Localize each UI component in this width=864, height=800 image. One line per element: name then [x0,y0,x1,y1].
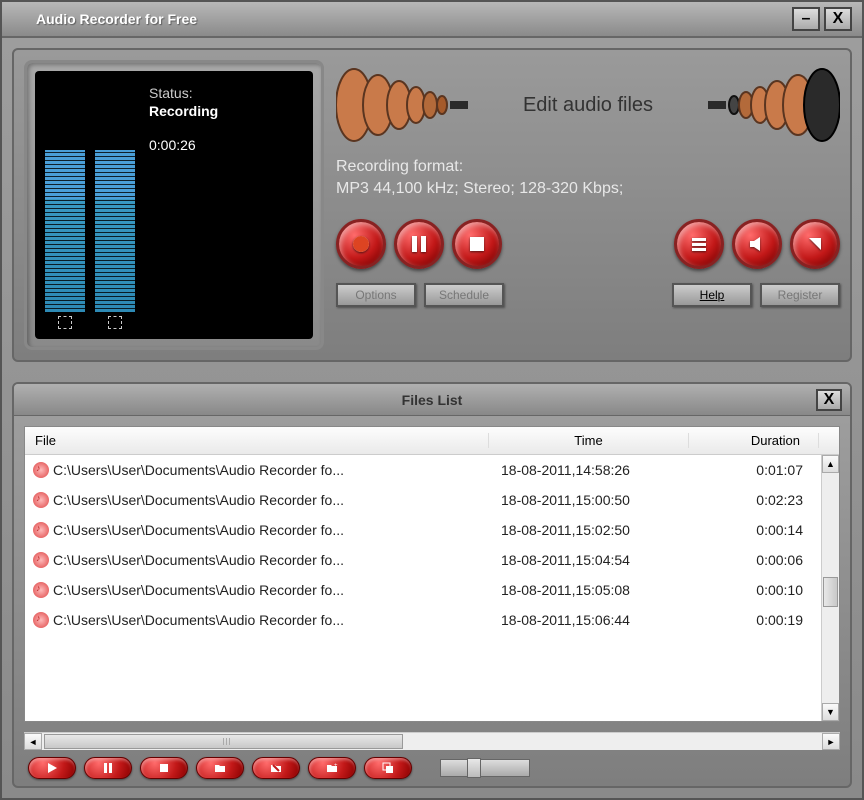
file-time: 18-08-2011,15:00:50 [491,492,691,508]
file-path: C:\Users\User\Documents\Audio Recorder f… [53,582,491,598]
scroll-up-icon[interactable]: ▲ [822,455,839,473]
table-row[interactable]: C:\Users\User\Documents\Audio Recorder f… [25,455,821,485]
audio-file-icon [33,612,49,628]
list-button[interactable] [674,219,724,269]
level-meter: Status: Recording 0:00:26 [24,60,324,350]
pause-pill[interactable] [84,757,132,779]
horn-left-icon [336,66,486,144]
marker-left-icon [58,316,72,329]
register-button[interactable]: Register [760,283,840,307]
horizontal-scrollbar[interactable]: ◄ ► [24,732,840,750]
file-time: 18-08-2011,15:06:44 [491,612,691,628]
scroll-left-icon[interactable]: ◄ [24,733,42,750]
hscroll-thumb[interactable] [44,734,403,749]
options-button[interactable]: Options [336,283,416,307]
file-duration: 0:00:14 [691,522,821,538]
format-value: MP3 44,100 kHz; Stereo; 128-320 Kbps; [336,178,840,200]
files-list: File Time Duration C:\Users\User\Documen… [24,426,840,722]
record-button[interactable] [336,219,386,269]
audio-file-icon [33,492,49,508]
col-file[interactable]: File [25,433,489,448]
file-path: C:\Users\User\Documents\Audio Recorder f… [53,552,491,568]
files-panel: Files List X File Time Duration C:\Users… [12,382,852,788]
table-row[interactable]: C:\Users\User\Documents\Audio Recorder f… [25,605,821,635]
copy-pill[interactable] [364,757,412,779]
mic-button[interactable] [790,219,840,269]
vertical-scrollbar[interactable]: ▲ ▼ [821,455,839,721]
minimize-button[interactable]: – [792,7,820,31]
audio-file-icon [33,522,49,538]
audio-file-icon [33,582,49,598]
svg-text:+: + [334,763,338,769]
app-window: Audio Recorder for Free – X Status: Reco… [0,0,864,800]
status-value: Recording [149,103,218,119]
table-row[interactable]: C:\Users\User\Documents\Audio Recorder f… [25,575,821,605]
volume-slider[interactable] [440,759,530,777]
scroll-down-icon[interactable]: ▼ [822,703,839,721]
audio-file-icon [33,552,49,568]
file-time: 18-08-2011,14:58:26 [491,462,691,478]
close-button[interactable]: X [824,7,852,31]
add-pill[interactable]: + [308,757,356,779]
play-pill[interactable] [28,757,76,779]
recorder-panel: Status: Recording 0:00:26 Edit audio fil… [12,48,852,362]
file-duration: 0:00:06 [691,552,821,568]
table-row[interactable]: C:\Users\User\Documents\Audio Recorder f… [25,485,821,515]
marker-right-icon [108,316,122,329]
file-path: C:\Users\User\Documents\Audio Recorder f… [53,522,491,538]
file-duration: 0:00:10 [691,582,821,598]
help-button[interactable]: Help [672,283,752,307]
scroll-right-icon[interactable]: ► [822,733,840,750]
stop-pill[interactable] [140,757,188,779]
remove-pill[interactable] [252,757,300,779]
file-time: 18-08-2011,15:02:50 [491,522,691,538]
edit-audio-label: Edit audio files [523,94,653,117]
files-close-button[interactable]: X [816,389,842,411]
level-right [95,81,135,312]
speaker-button[interactable] [732,219,782,269]
format-label: Recording format: [336,156,840,178]
level-left [45,81,85,312]
file-duration: 0:02:23 [691,492,821,508]
file-duration: 0:01:07 [691,462,821,478]
table-row[interactable]: C:\Users\User\Documents\Audio Recorder f… [25,515,821,545]
horn-right-icon [690,66,840,144]
files-title: Files List [402,392,463,408]
window-title: Audio Recorder for Free [36,11,788,27]
slider-knob[interactable] [467,758,481,778]
file-path: C:\Users\User\Documents\Audio Recorder f… [53,462,491,478]
pause-button[interactable] [394,219,444,269]
playback-toolbar: + [14,750,850,786]
file-path: C:\Users\User\Documents\Audio Recorder f… [53,492,491,508]
stop-button[interactable] [452,219,502,269]
schedule-button[interactable]: Schedule [424,283,504,307]
file-duration: 0:00:19 [691,612,821,628]
open-pill[interactable] [196,757,244,779]
col-time[interactable]: Time [489,433,689,448]
scroll-thumb[interactable] [823,577,838,607]
file-time: 18-08-2011,15:04:54 [491,552,691,568]
elapsed-time: 0:00:26 [149,137,218,153]
status-label: Status: [149,85,218,101]
audio-file-icon [33,462,49,478]
col-duration[interactable]: Duration [689,433,819,448]
titlebar: Audio Recorder for Free – X [2,2,862,38]
file-time: 18-08-2011,15:05:08 [491,582,691,598]
file-path: C:\Users\User\Documents\Audio Recorder f… [53,612,491,628]
table-row[interactable]: C:\Users\User\Documents\Audio Recorder f… [25,545,821,575]
